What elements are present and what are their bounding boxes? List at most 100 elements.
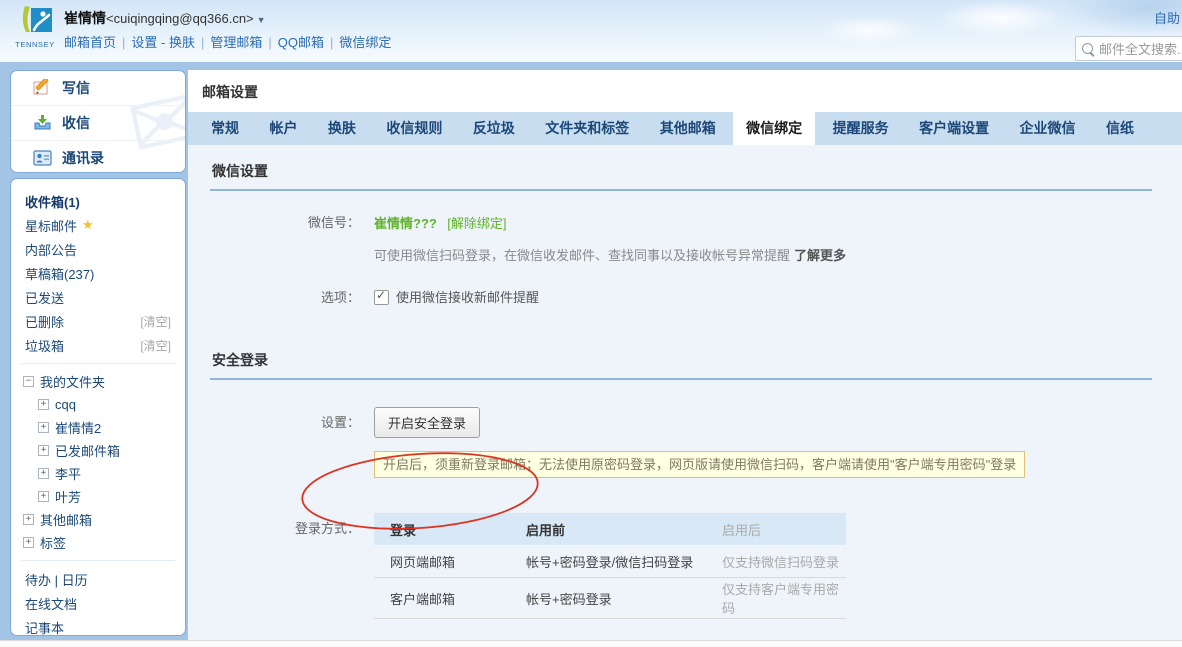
settings-tabs: 常规 帐户 换肤 收信规则 反垃圾 文件夹和标签 其他邮箱 微信绑定 提醒服务 … — [188, 112, 1182, 145]
chevron-down-icon[interactable]: ▼ — [257, 15, 266, 25]
cell-client-before: 帐号+密码登录 — [521, 578, 717, 619]
mail-settings-page: TENNSEY 崔情情<cuiqingqing@qq366.cn>▼ 邮箱首页 |… — [0, 0, 1182, 647]
page-title: 邮箱设置 — [188, 70, 1182, 112]
nav-qq-mail[interactable]: QQ邮箱 — [278, 35, 324, 50]
account-menu[interactable]: 崔情情<cuiqingqing@qq366.cn>▼ — [64, 8, 266, 28]
compose-label: 写信 — [62, 78, 90, 98]
tab-wechat-binding[interactable]: 微信绑定 — [733, 112, 815, 145]
login-mode-table: 登录 启用前 启用后 网页端邮箱 帐号+密码登录/微信扫码登录 仅支持微信扫码登… — [374, 513, 846, 619]
expand-icon[interactable]: + — [38, 491, 49, 502]
sidebar-apps: 待办 | 日历 在线文档 记事本 企业网盘 — [11, 567, 185, 636]
expand-icon[interactable]: + — [23, 514, 34, 525]
col-before-enable: 启用前 — [521, 513, 717, 545]
page-bottom-strip — [0, 640, 1182, 647]
tab-skin[interactable]: 换肤 — [315, 112, 369, 145]
tab-content: 微信设置 微信号： 崔情情??? [解除绑定] 可使用微信扫码登录，在微信收发邮… — [188, 145, 1182, 640]
folder-label: 内部公告 — [25, 240, 77, 259]
tree-folder-yefang[interactable]: + 叶芳 — [11, 485, 185, 508]
folder-label: 星标邮件 — [25, 216, 77, 235]
tree-label: 标签 — [40, 533, 66, 552]
tree-folder-liping[interactable]: + 李平 — [11, 462, 185, 485]
todo-calendar-link[interactable]: 待办 | 日历 — [11, 569, 185, 593]
nav-wechat-binding[interactable]: 微信绑定 — [339, 35, 391, 50]
tab-other-mailboxes[interactable]: 其他邮箱 — [647, 112, 729, 145]
nav-separator: | — [330, 35, 333, 50]
logo-text: TENNSEY — [12, 40, 58, 49]
user-name: 崔情情 — [64, 10, 106, 26]
nav-separator: | — [122, 35, 125, 50]
star-icon: ★ — [82, 217, 94, 233]
expand-icon[interactable]: + — [38, 468, 49, 479]
empty-folder-link[interactable]: [清空] — [140, 337, 171, 354]
sidebar-folders-box: 收件箱(1) 星标邮件 ★ 内部公告 草稿箱(237) 已发送 已删除 [清空]… — [10, 178, 186, 636]
folder-sent[interactable]: 已发送 — [11, 285, 185, 309]
tab-reminder-service[interactable]: 提醒服务 — [820, 112, 902, 145]
tab-mail-rules[interactable]: 收信规则 — [373, 112, 455, 145]
tab-account[interactable]: 帐户 — [256, 112, 310, 145]
notebook-link[interactable]: 记事本 — [11, 617, 185, 636]
tree-folder-sent-box[interactable]: + 已发邮件箱 — [11, 439, 185, 462]
wechat-option-row: 选项： 使用微信接收新邮件提醒 — [210, 288, 1152, 308]
wechat-description-row: 可使用微信扫码登录，在微信收发邮件、查找同事以及接收帐号异常提醒了解更多 — [210, 246, 1152, 266]
header: TENNSEY 崔情情<cuiqingqing@qq366.cn>▼ 邮箱首页 |… — [0, 0, 1182, 62]
folder-label: 垃圾箱 — [25, 336, 64, 355]
compose-icon — [33, 79, 52, 97]
nav-settings-skin[interactable]: 设置 - 换肤 — [131, 35, 195, 50]
secure-login-setting-row: 设置： 开启安全登录 — [210, 407, 1152, 438]
enable-secure-login-button[interactable]: 开启安全登录 — [374, 407, 480, 438]
search-input[interactable]: 邮件全文搜索... — [1075, 36, 1182, 61]
folder-deleted[interactable]: 已删除 [清空] — [11, 309, 185, 333]
tree-label: 叶芳 — [55, 487, 81, 506]
tree-other-mailboxes[interactable]: + 其他邮箱 — [11, 508, 185, 531]
wechat-settings-heading: 微信设置 — [210, 145, 1152, 191]
empty-folder-link[interactable]: [清空] — [140, 313, 171, 330]
expand-icon[interactable]: + — [38, 445, 49, 456]
unbind-link[interactable]: [解除绑定] — [447, 216, 506, 231]
nav-manage-mailbox[interactable]: 管理邮箱 — [210, 35, 262, 50]
new-mail-notify-checkbox[interactable] — [374, 290, 389, 305]
wechat-description: 可使用微信扫码登录，在微信收发邮件、查找同事以及接收帐号异常提醒 — [374, 248, 790, 263]
contacts-button[interactable]: 通讯录 — [11, 141, 185, 173]
tree-tags[interactable]: + 标签 — [11, 531, 185, 554]
expand-icon[interactable]: + — [38, 399, 49, 410]
folder-tree: − 我的文件夹 + cqq + 崔情情2 + 已发邮件箱 + 李平 + 叶芳 — [11, 370, 185, 554]
tree-my-folders[interactable]: − 我的文件夹 — [11, 370, 185, 393]
login-mode-label: 登录方式： — [210, 513, 374, 539]
self-service-link[interactable]: 自助 — [1154, 8, 1180, 27]
wechat-id-label: 微信号： — [210, 213, 374, 233]
expand-icon[interactable]: + — [38, 422, 49, 433]
nav-mail-home[interactable]: 邮箱首页 — [64, 35, 116, 50]
nav-separator: | — [268, 35, 271, 50]
tree-folder-cqq[interactable]: + cqq — [11, 393, 185, 416]
compose-button[interactable]: 写信 — [11, 71, 185, 106]
folder-starred[interactable]: 星标邮件 ★ — [11, 213, 185, 237]
tab-folders-tags[interactable]: 文件夹和标签 — [532, 112, 642, 145]
cell-webmail-after: 仅支持微信扫码登录 — [717, 545, 846, 578]
receive-button[interactable]: 收信 — [11, 106, 185, 141]
new-mail-notify-label: 使用微信接收新邮件提醒 — [396, 288, 539, 307]
folder-spam[interactable]: 垃圾箱 [清空] — [11, 333, 185, 357]
folder-label: 草稿箱(237) — [25, 264, 94, 283]
sidebar-actions-box: ✉ 写信 收信 通讯录 — [10, 70, 186, 173]
tree-folder-cuiqingqing2[interactable]: + 崔情情2 — [11, 416, 185, 439]
expand-icon[interactable]: + — [23, 537, 34, 548]
online-docs-link[interactable]: 在线文档 — [11, 593, 185, 617]
folder-announcements[interactable]: 内部公告 — [11, 237, 185, 261]
search-placeholder: 邮件全文搜索... — [1099, 39, 1182, 58]
learn-more-link[interactable]: 了解更多 — [794, 248, 846, 263]
tab-general[interactable]: 常规 — [198, 112, 252, 145]
nav-separator: | — [201, 35, 204, 50]
tree-label: 已发邮件箱 — [55, 441, 120, 460]
tab-stationery[interactable]: 信纸 — [1093, 112, 1147, 145]
folder-inbox[interactable]: 收件箱(1) — [11, 189, 185, 213]
folder-drafts[interactable]: 草稿箱(237) — [11, 261, 185, 285]
logo-mark-icon — [17, 5, 53, 35]
tab-antispam[interactable]: 反垃圾 — [460, 112, 528, 145]
folder-label: 已删除 — [25, 312, 64, 331]
tab-enterprise-wechat[interactable]: 企业微信 — [1007, 112, 1089, 145]
table-row: 客户端邮箱 帐号+密码登录 仅支持客户端专用密码 — [374, 578, 846, 619]
tab-client-settings[interactable]: 客户端设置 — [906, 112, 1002, 145]
setting-label: 设置： — [210, 413, 374, 433]
cell-client: 客户端邮箱 — [374, 578, 521, 619]
collapse-icon[interactable]: − — [23, 376, 34, 387]
